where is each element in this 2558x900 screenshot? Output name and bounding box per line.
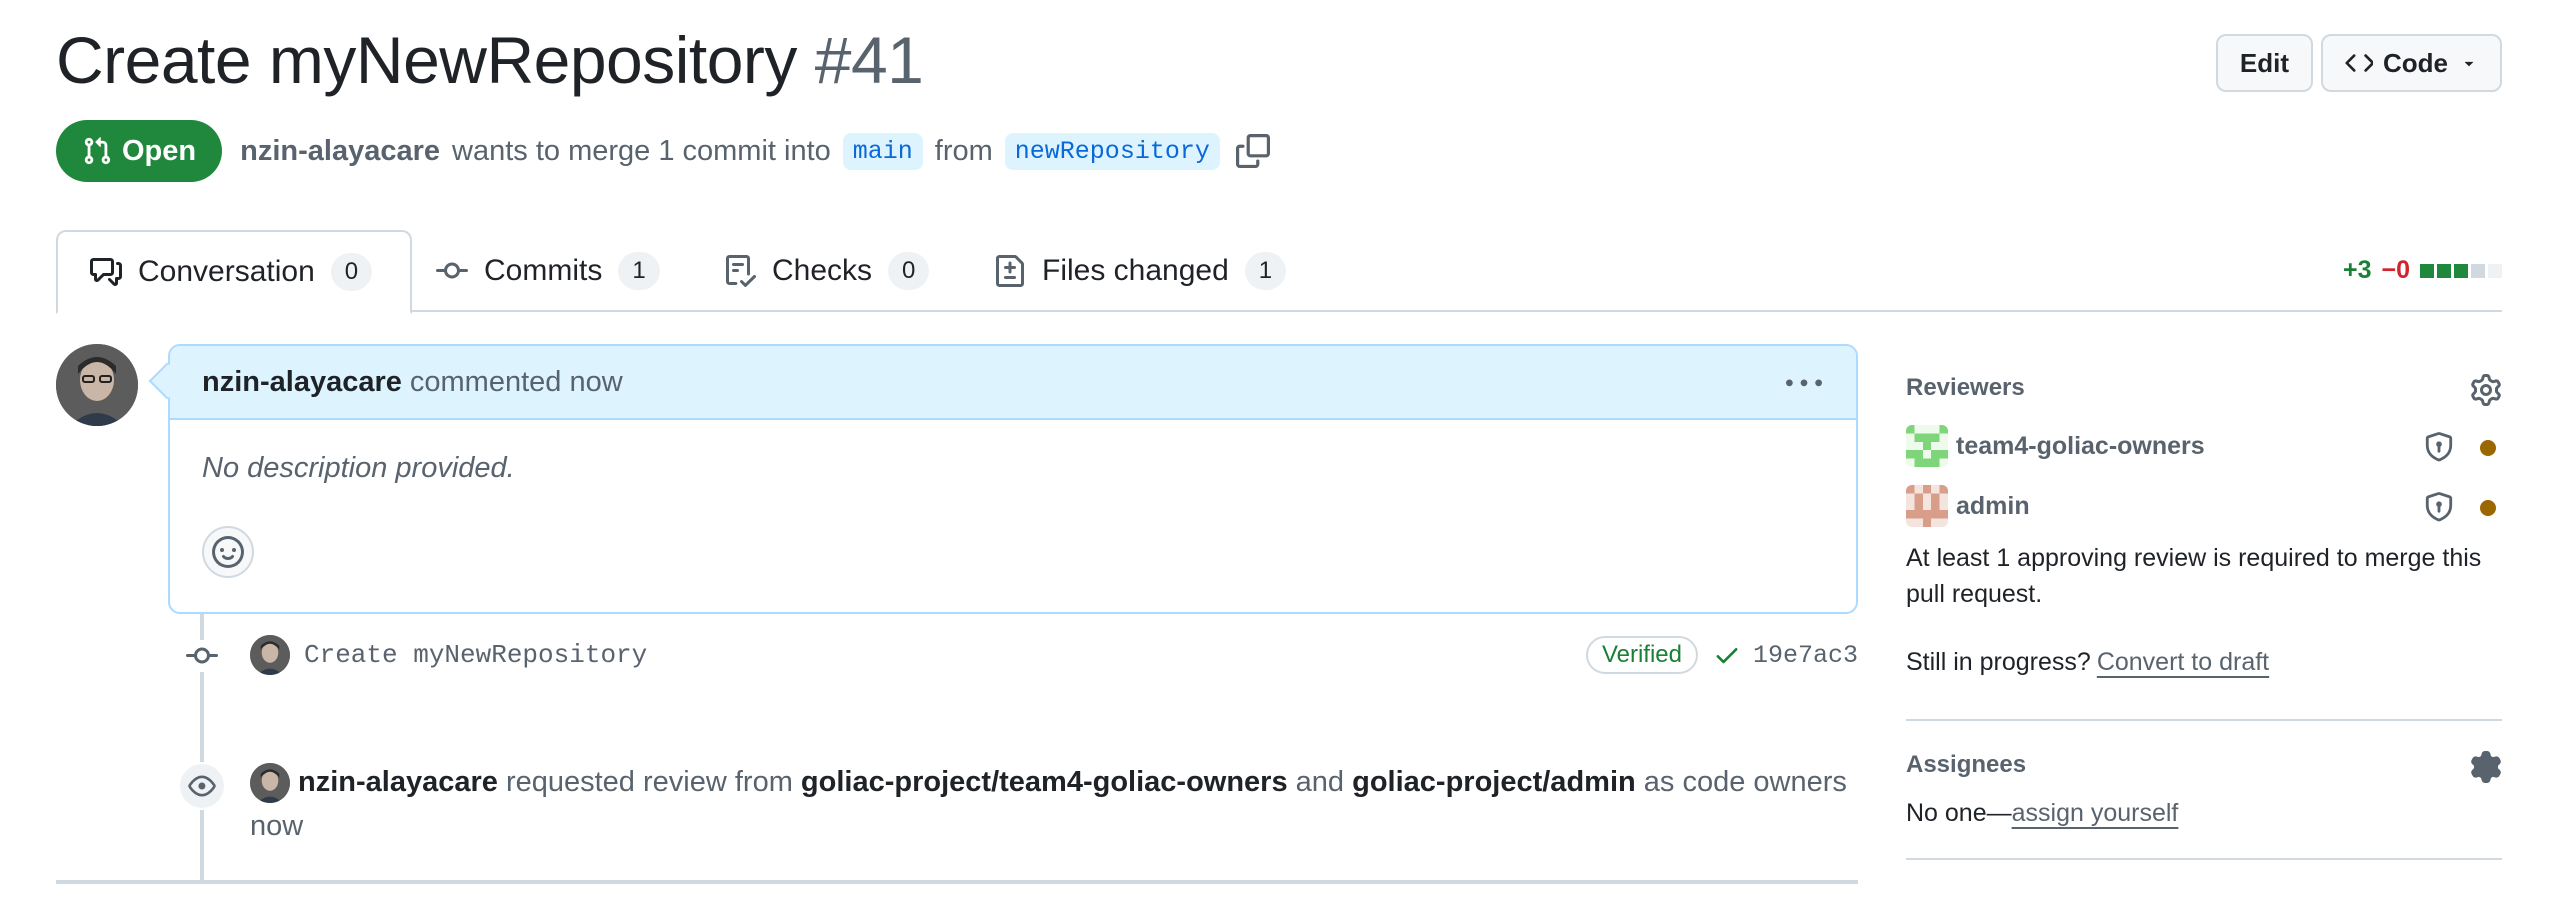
assignees-title: Assignees	[1906, 751, 2027, 778]
diffstat-block	[2454, 263, 2468, 278]
review-text: requested review from	[505, 766, 793, 798]
merge-text: wants to merge 1 commit into	[452, 134, 831, 167]
review-suffix-text: as code owners	[1643, 766, 1847, 798]
assign-yourself-link[interactable]: assign yourself	[2012, 799, 2179, 827]
draft-note: Still in progress? Convert to draft	[1906, 648, 2502, 677]
tab-checks-count: 0	[888, 252, 930, 290]
check-icon	[1713, 641, 1753, 669]
status-badge: Open	[56, 120, 223, 182]
avatar[interactable]	[250, 635, 290, 675]
tab-commits-count: 1	[618, 252, 660, 290]
diffstat-block	[2420, 263, 2434, 278]
team-avatar	[1906, 425, 1948, 467]
commit-sha-text: 19e7ac3	[1752, 640, 1858, 670]
team-avatar	[1906, 485, 1948, 527]
diffstat-blocks	[2420, 263, 2502, 278]
pr-number: #41	[814, 23, 924, 97]
author-link[interactable]: nzin-alayacare	[240, 135, 440, 168]
assignees-value: No one—assign yourself	[1906, 799, 2502, 828]
draft-prefix: Still in progress?	[1906, 648, 2091, 676]
from-text: from	[934, 134, 993, 167]
gear-icon[interactable]	[2470, 374, 2502, 411]
sidebar: Reviewers team4-goliac-owners admin At l…	[1906, 360, 2502, 860]
diffstat: +3 −0	[2343, 256, 2502, 285]
assignees-none: No one—	[1906, 799, 2012, 827]
shield-icon	[2424, 492, 2454, 529]
head-branch[interactable]: newRepository	[1004, 132, 1220, 170]
reviewers-title: Reviewers	[1906, 374, 2025, 401]
diffstat-block	[2437, 263, 2451, 278]
reviewer-name: team4-goliac-owners	[1956, 431, 2205, 460]
pull-request-icon	[82, 136, 122, 166]
reviewer-name: admin	[1956, 491, 2030, 520]
header-actions: Edit Code	[2215, 34, 2502, 92]
status-label: Open	[122, 134, 197, 167]
diffstat-block	[2471, 263, 2485, 278]
edit-button[interactable]: Edit	[2215, 34, 2313, 92]
timeline-divider	[56, 880, 1858, 884]
review-request-event: nzin-alayacare requested review from gol…	[250, 760, 1862, 848]
avatar[interactable]	[250, 763, 290, 804]
pending-review-dot	[2480, 500, 2496, 516]
review-actor-link[interactable]: nzin-alayacare	[298, 766, 498, 798]
verified-badge[interactable]: Verified	[1585, 636, 1698, 674]
tab-conversation-label: Conversation	[138, 255, 315, 288]
kebab-horizontal-icon[interactable]	[1786, 366, 1822, 410]
tab-checks[interactable]: Checks 0	[724, 230, 930, 312]
file-diff-icon	[994, 255, 1042, 287]
tab-files-changed-count: 1	[1244, 252, 1287, 290]
tab-files-changed[interactable]: Files changed 1	[994, 230, 1287, 312]
pr-meta: Open nzin-alayacare wants to merge 1 com…	[56, 120, 1270, 182]
tab-files-changed-label: Files changed	[1042, 254, 1229, 287]
copy-icon[interactable]	[1235, 134, 1270, 168]
smiley-icon	[212, 536, 244, 568]
review-time[interactable]: now	[250, 810, 303, 842]
shield-icon	[2424, 432, 2454, 469]
comment-author[interactable]: nzin-alayacare	[202, 366, 402, 399]
code-icon	[2345, 49, 2373, 77]
review-and-text: and	[1295, 766, 1345, 798]
diffstat-additions: +3	[2342, 256, 2372, 284]
review-team-link[interactable]: goliac-project/team4-goliac-owners	[801, 766, 1288, 798]
tab-commits[interactable]: Commits 1	[436, 230, 660, 312]
git-commit-icon	[436, 255, 484, 287]
commit-row: Create myNewRepository Verified 19e7ac3	[250, 632, 1858, 678]
tab-commits-label: Commits	[484, 254, 603, 287]
pr-title-text: Create myNewRepository	[56, 23, 797, 97]
sidebar-divider	[1906, 719, 2502, 721]
convert-to-draft-link[interactable]: Convert to draft	[2097, 648, 2269, 676]
sidebar-divider	[1906, 858, 2502, 860]
comment-body: No description provided.	[202, 452, 515, 484]
commit-message-link[interactable]: Create myNewRepository	[304, 640, 647, 670]
gear-icon[interactable]	[2470, 751, 2502, 788]
diffstat-block	[2488, 263, 2502, 278]
tab-checks-label: Checks	[772, 254, 873, 287]
comment-discussion-icon	[90, 256, 138, 288]
pr-tabs: Conversation 0 Commits 1 Checks 0 Files …	[56, 230, 2502, 314]
comment-box: nzin-alayacare commented now No descript…	[168, 344, 1858, 614]
pending-review-dot	[2480, 440, 2496, 456]
add-reaction-button[interactable]	[202, 526, 254, 578]
checklist-icon	[724, 255, 772, 287]
avatar[interactable]	[56, 344, 138, 426]
reviewers-section: Reviewers team4-goliac-owners admin At l…	[1906, 360, 2502, 677]
tab-conversation[interactable]: Conversation 0	[56, 230, 413, 314]
eye-icon	[178, 762, 226, 810]
commit-sha[interactable]: 19e7ac3	[1713, 636, 1858, 674]
diffstat-deletions: −0	[2381, 256, 2410, 284]
tab-conversation-count: 0	[330, 253, 373, 291]
base-branch[interactable]: main	[842, 132, 923, 170]
review-team-link[interactable]: goliac-project/admin	[1352, 766, 1636, 798]
comment-header: nzin-alayacare commented now	[170, 346, 1856, 420]
reviewer-row[interactable]: team4-goliac-owners	[1906, 416, 2502, 476]
assignees-section: Assignees No one—assign yourself	[1906, 737, 2502, 828]
approval-note: At least 1 approving review is required …	[1906, 544, 2482, 608]
caret-down-icon	[2460, 54, 2478, 72]
comment-action: commented now	[409, 365, 623, 398]
reviewer-row[interactable]: admin	[1906, 476, 2502, 536]
git-commit-icon	[186, 640, 218, 672]
code-button-label: Code	[2383, 47, 2448, 78]
code-button[interactable]: Code	[2321, 34, 2502, 92]
pr-title: Create myNewRepository #41	[56, 22, 924, 98]
